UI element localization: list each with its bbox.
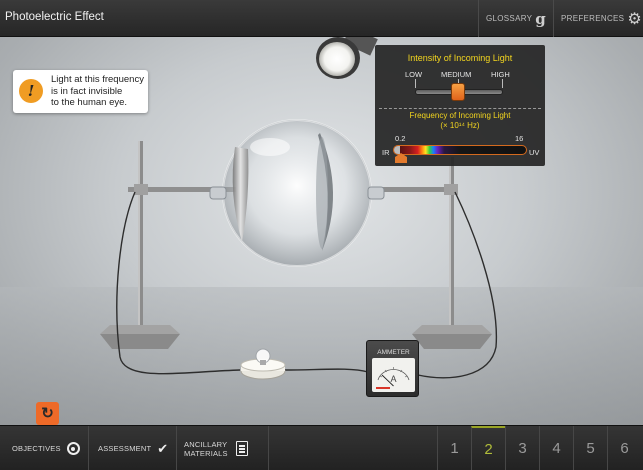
light-control-panel: Intensity of Incoming Light LOW MEDIUM H… [375, 45, 545, 166]
target-icon [66, 442, 80, 455]
intensity-low-label: LOW [405, 70, 423, 79]
vacuum-tube [209, 119, 385, 267]
panel-divider [379, 108, 541, 109]
page-title: Photoelectric Effect [5, 11, 104, 23]
ammeter-label: AMMETER [377, 349, 410, 356]
tooltip-line: Light at this frequency [51, 74, 144, 85]
light-source-lamp [316, 37, 378, 79]
reset-icon: ↻ [41, 405, 54, 422]
top-bar: Photoelectric Effect GLOSSARY g PREFEREN… [0, 0, 643, 37]
bottom-nav-bar: OBJECTIVES ASSESSMENT ✔ ANCILLARY MATERI… [0, 425, 643, 470]
right-stand [378, 157, 492, 349]
assessment-button[interactable]: ASSESSMENT ✔ [89, 426, 177, 470]
info-tooltip: ! Light at this frequency is in fact inv… [13, 70, 148, 113]
ancillary-label-line1: ANCILLARY [184, 439, 228, 449]
frequency-title: Frequency of Incoming Light [409, 111, 511, 120]
page-button-6[interactable]: 6 [607, 426, 641, 470]
tooltip-line: is in fact invisible [51, 85, 123, 97]
intensity-slider-thumb[interactable] [451, 83, 465, 101]
tooltip-line: to the human eye. [51, 97, 128, 108]
glossary-button[interactable]: GLOSSARY g [478, 0, 553, 37]
intensity-tick [502, 79, 503, 88]
frequency-slider-fill [394, 146, 400, 154]
preferences-label: PREFERENCES [561, 14, 625, 23]
ir-label: IR [382, 148, 390, 157]
document-icon [235, 441, 248, 456]
intensity-high-label: HIGH [491, 70, 510, 79]
intensity-medium-label: MEDIUM [441, 70, 472, 79]
assessment-label: ASSESSMENT [98, 444, 152, 453]
ancillary-label-line2: MATERIALS [184, 448, 228, 458]
frequency-unit: (× 10¹⁴ Hz) [440, 121, 480, 130]
gear-icon: ⚙ [627, 10, 642, 28]
ancillary-materials-button[interactable]: ANCILLARY MATERIALS [177, 426, 269, 470]
frequency-min-label: 0.2 [395, 134, 406, 143]
frequency-max-label: 16 [515, 134, 524, 143]
intensity-tick [415, 79, 416, 88]
page-button-3[interactable]: 3 [505, 426, 539, 470]
warning-icon: ! [19, 79, 43, 103]
preferences-button[interactable]: PREFERENCES ⚙ [553, 0, 643, 37]
ancillary-label: ANCILLARY MATERIALS [184, 440, 228, 458]
ammeter-unit: A [390, 374, 397, 384]
reset-button[interactable]: ↻ [36, 402, 59, 425]
simulation-scene: ! Light at this frequency is in fact inv… [0, 37, 643, 425]
glossary-label: GLOSSARY [486, 14, 533, 23]
objectives-button[interactable]: OBJECTIVES [0, 426, 89, 470]
frequency-spectrum-slider[interactable] [393, 145, 527, 155]
indicator-bulb [240, 348, 286, 380]
page-button-5[interactable]: 5 [573, 426, 607, 470]
left-stand [100, 141, 236, 349]
page-button-4[interactable]: 4 [539, 426, 573, 470]
uv-label: UV [529, 148, 540, 157]
ammeter-dial: A [372, 358, 415, 392]
checkmark-icon: ✔ [157, 440, 169, 456]
tooltip-text: Light at this frequency is in fact invis… [51, 74, 147, 109]
page-button-2[interactable]: 2 [471, 426, 505, 470]
g-logo-icon: g [535, 9, 547, 28]
ammeter: AMMETER A [366, 340, 419, 397]
page-button-1[interactable]: 1 [437, 426, 471, 470]
objectives-label: OBJECTIVES [12, 444, 61, 453]
intensity-title: Intensity of Incoming Light [407, 53, 513, 63]
